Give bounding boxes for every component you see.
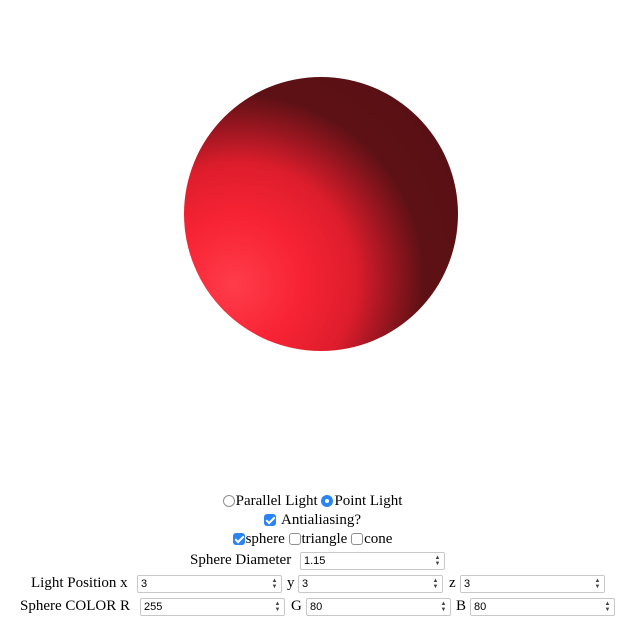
light-y-label: y — [287, 575, 295, 591]
sphere-checkbox[interactable] — [232, 533, 245, 545]
sphere-diameter-label: Sphere Diameter — [190, 552, 292, 568]
stepper-arrows-icon[interactable]: ▲ ▼ — [432, 578, 439, 590]
sphere-color-r-input[interactable]: 255 ▲ ▼ — [140, 598, 285, 616]
light-z-label: z — [449, 575, 456, 591]
light-position-label: Light Position x — [31, 575, 128, 591]
sphere-color-g-label: G — [291, 598, 302, 614]
light-x-value: 3 — [141, 578, 148, 590]
stepper-arrows-icon[interactable]: ▲ ▼ — [434, 555, 441, 567]
light-z-value: 3 — [464, 578, 471, 590]
sphere-color-r-value: 255 — [144, 601, 163, 613]
sphere-color-b-input[interactable]: 80 ▲ ▼ — [470, 598, 615, 616]
light-x-input[interactable]: 3 ▲ ▼ — [137, 575, 282, 593]
antialiasing-label: Antialiasing? — [281, 512, 361, 528]
sphere-diameter-input[interactable]: 1.15 ▲ ▼ — [300, 552, 445, 570]
sphere-color-b-label: B — [456, 598, 467, 614]
light-y-input[interactable]: 3 ▲ ▼ — [298, 575, 443, 593]
point-light-label: Point Light — [334, 493, 403, 509]
sphere-diameter-value: 1.15 — [304, 555, 326, 567]
triangle-label: triangle — [301, 531, 348, 547]
rendered-sphere — [184, 77, 458, 351]
light-z-input[interactable]: 3 ▲ ▼ — [460, 575, 605, 593]
cone-label: cone — [364, 531, 393, 547]
sphere-color-g-input[interactable]: 80 ▲ ▼ — [306, 598, 451, 616]
parallel-light-radio[interactable] — [222, 495, 235, 507]
stepper-arrows-icon[interactable]: ▲ ▼ — [440, 601, 447, 613]
lighting-row: Parallel Light Point Light — [0, 492, 625, 510]
stepper-arrows-icon[interactable]: ▲ ▼ — [274, 601, 281, 613]
cone-checkbox[interactable] — [351, 533, 364, 545]
stepper-arrows-icon[interactable]: ▲ ▼ — [271, 578, 278, 590]
sphere-color-b-value: 80 — [474, 601, 487, 613]
shapes-row: sphere triangle cone — [0, 530, 625, 548]
sphere-color-g-value: 80 — [310, 601, 323, 613]
antialiasing-row: Antialiasing? — [0, 511, 625, 529]
stepper-arrows-icon[interactable]: ▲ ▼ — [594, 578, 601, 590]
render-canvas — [184, 77, 458, 351]
stepper-arrows-icon[interactable]: ▲ ▼ — [604, 601, 611, 613]
parallel-light-label: Parallel Light — [235, 493, 318, 509]
light-y-value: 3 — [302, 578, 309, 590]
point-light-radio[interactable] — [321, 495, 334, 507]
antialiasing-checkbox[interactable] — [264, 514, 276, 526]
sphere-label: sphere — [245, 531, 285, 547]
triangle-checkbox[interactable] — [288, 533, 301, 545]
sphere-color-label: Sphere COLOR R — [20, 598, 130, 614]
